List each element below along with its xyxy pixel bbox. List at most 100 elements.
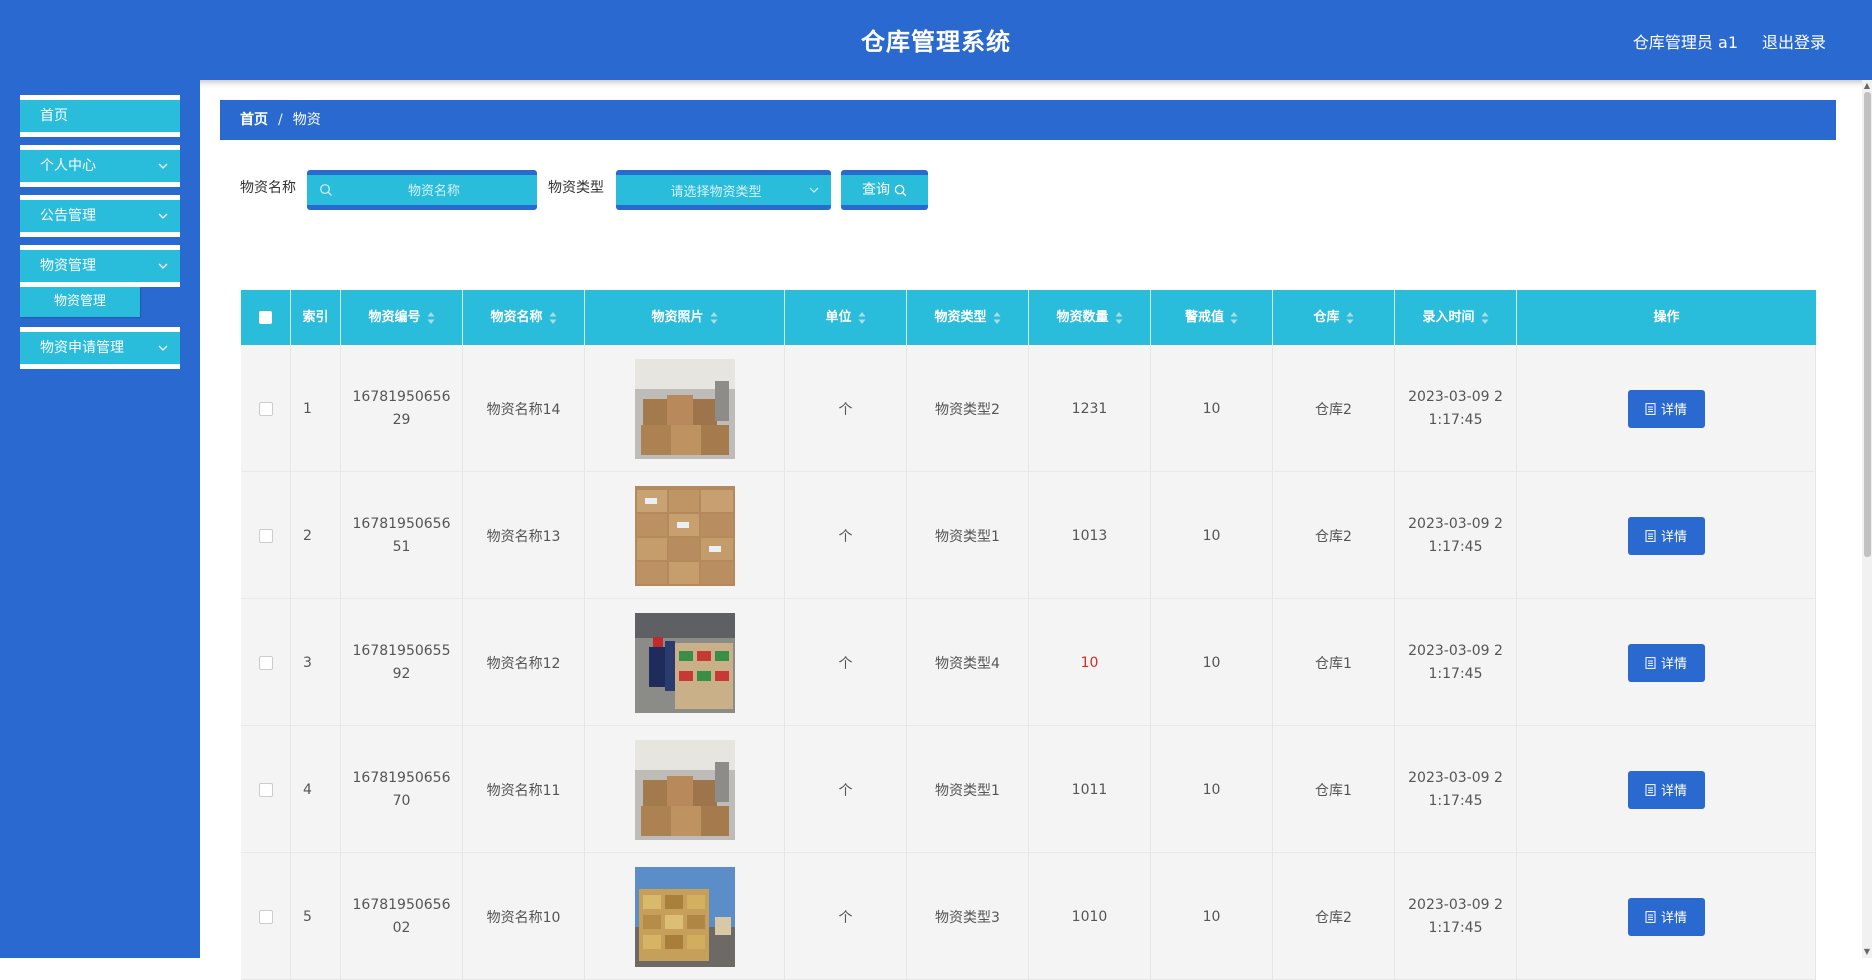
cell-warehouse: 仓库1: [1273, 726, 1395, 853]
col-header-photo[interactable]: 物资照片: [585, 290, 785, 345]
cell-qty-warning: 10: [1029, 599, 1151, 726]
select-all-header[interactable]: [241, 290, 291, 345]
sort-icon[interactable]: [1115, 311, 1123, 325]
detail-button-label: 详情: [1660, 403, 1687, 418]
name-search-field[interactable]: [307, 170, 537, 210]
row-checkbox[interactable]: [258, 909, 273, 924]
row-checkbox-cell[interactable]: [241, 599, 291, 726]
detail-button[interactable]: 详情: [1627, 897, 1705, 936]
row-checkbox-cell[interactable]: [241, 853, 291, 980]
chevron-down-icon: [158, 345, 168, 351]
cell-code: 1678195065670: [341, 726, 463, 853]
material-photo[interactable]: [634, 739, 735, 840]
scroll-down-icon[interactable]: ▼: [1862, 946, 1872, 958]
name-search-input[interactable]: [337, 178, 531, 204]
document-icon: [1645, 783, 1656, 796]
col-header-label: 物资类型: [934, 310, 987, 325]
scroll-up-icon[interactable]: ▲: [1862, 80, 1872, 92]
cell-photo: [585, 726, 785, 853]
col-header-alert[interactable]: 警戒值: [1151, 290, 1273, 345]
col-header-type[interactable]: 物资类型: [907, 290, 1029, 345]
col-header-label: 录入时间: [1422, 310, 1475, 325]
col-header-qty[interactable]: 物资数量: [1029, 290, 1151, 345]
cell-index: 3: [291, 599, 341, 726]
logout-link[interactable]: 退出登录: [1762, 29, 1826, 53]
material-photo[interactable]: [634, 485, 735, 586]
cell-qty: 1013: [1029, 472, 1151, 599]
cell-index: 1: [291, 345, 341, 472]
material-photo[interactable]: [634, 612, 735, 713]
sidebar-item-label: 公告管理: [40, 208, 96, 224]
detail-button[interactable]: 详情: [1627, 770, 1705, 809]
chevron-down-icon: [158, 163, 168, 169]
document-icon: [1645, 529, 1656, 542]
sidebar-item-materials[interactable]: 物资管理: [20, 245, 180, 287]
cell-unit: 个: [785, 853, 907, 980]
scroll-thumb[interactable]: [1864, 92, 1871, 557]
row-checkbox-cell[interactable]: [241, 472, 291, 599]
col-header-ops: 操作: [1653, 310, 1680, 325]
cell-photo: [585, 853, 785, 980]
sidebar-item-announcements[interactable]: 公告管理: [20, 195, 180, 237]
cell-ops: 详情: [1517, 853, 1816, 980]
cell-name: 物资名称11: [463, 726, 585, 853]
cell-code-text: 1678195065602: [352, 896, 451, 936]
query-button[interactable]: 查询: [841, 170, 928, 210]
material-photo[interactable]: [634, 358, 735, 459]
cell-unit: 个: [785, 726, 907, 853]
sort-icon[interactable]: [993, 311, 1001, 325]
table-row: 5 1678195065602 物资名称10 个 物资类型3 1010 10 仓…: [241, 853, 1816, 980]
name-filter-label: 物资名称: [240, 180, 296, 196]
cell-time: 2023-03-09 21:17:45: [1395, 599, 1517, 726]
detail-button[interactable]: 详情: [1627, 643, 1705, 682]
sidebar-item-home[interactable]: 首页: [20, 95, 180, 137]
sort-icon[interactable]: [1230, 311, 1238, 325]
cell-unit: 个: [785, 599, 907, 726]
col-header-code[interactable]: 物资编号: [341, 290, 463, 345]
row-checkbox[interactable]: [258, 655, 273, 670]
table-row: 4 1678195065670 物资名称11 个 物资类型1 1011 10 仓…: [241, 726, 1816, 853]
sort-icon[interactable]: [858, 311, 866, 325]
row-checkbox-cell[interactable]: [241, 345, 291, 472]
breadcrumb-separator: /: [278, 112, 283, 128]
search-icon: [894, 184, 907, 196]
type-filter-label: 物资类型: [548, 180, 604, 196]
cell-qty: 1011: [1029, 726, 1151, 853]
detail-button[interactable]: 详情: [1627, 389, 1705, 428]
row-checkbox[interactable]: [258, 528, 273, 543]
detail-button-label: 详情: [1660, 911, 1687, 926]
cell-index: 2: [291, 472, 341, 599]
row-checkbox[interactable]: [258, 782, 273, 797]
sidebar-subitem-materials[interactable]: 物资管理: [20, 287, 140, 317]
sidebar-item-personal-center[interactable]: 个人中心: [20, 145, 180, 187]
row-checkbox[interactable]: [258, 401, 273, 416]
cell-time-text: 2023-03-09 21:17:45: [1408, 642, 1503, 682]
cell-photo: [585, 472, 785, 599]
breadcrumb-home[interactable]: 首页: [240, 100, 268, 140]
cell-type: 物资类型2: [907, 345, 1029, 472]
table-row: 1 1678195065629 物资名称14 个 物资类型2 1231 10 仓…: [241, 345, 1816, 472]
type-select[interactable]: 请选择物资类型: [616, 170, 831, 210]
row-checkbox-cell[interactable]: [241, 726, 291, 853]
sort-icon[interactable]: [1481, 311, 1489, 325]
col-header-label: 物资名称: [490, 310, 543, 325]
sort-icon[interactable]: [1346, 311, 1354, 325]
cell-type: 物资类型1: [907, 472, 1029, 599]
select-all-checkbox[interactable]: [259, 311, 272, 324]
sidebar-item-material-requests[interactable]: 物资申请管理: [20, 327, 180, 369]
query-button-label: 查询: [862, 182, 890, 198]
cell-index: 4: [291, 726, 341, 853]
cell-code-text: 1678195065592: [352, 642, 451, 682]
material-photo[interactable]: [634, 866, 735, 967]
sort-icon[interactable]: [549, 311, 557, 325]
col-header-time[interactable]: 录入时间: [1395, 290, 1517, 345]
col-header-warehouse[interactable]: 仓库: [1273, 290, 1395, 345]
cell-time: 2023-03-09 21:17:45: [1395, 345, 1517, 472]
col-header-unit[interactable]: 单位: [785, 290, 907, 345]
sort-icon[interactable]: [710, 311, 718, 325]
page-scrollbar[interactable]: ▲ ▼: [1862, 80, 1872, 958]
detail-button[interactable]: 详情: [1627, 516, 1705, 555]
detail-button-label: 详情: [1660, 657, 1687, 672]
col-header-name[interactable]: 物资名称: [463, 290, 585, 345]
sort-icon[interactable]: [427, 311, 435, 325]
